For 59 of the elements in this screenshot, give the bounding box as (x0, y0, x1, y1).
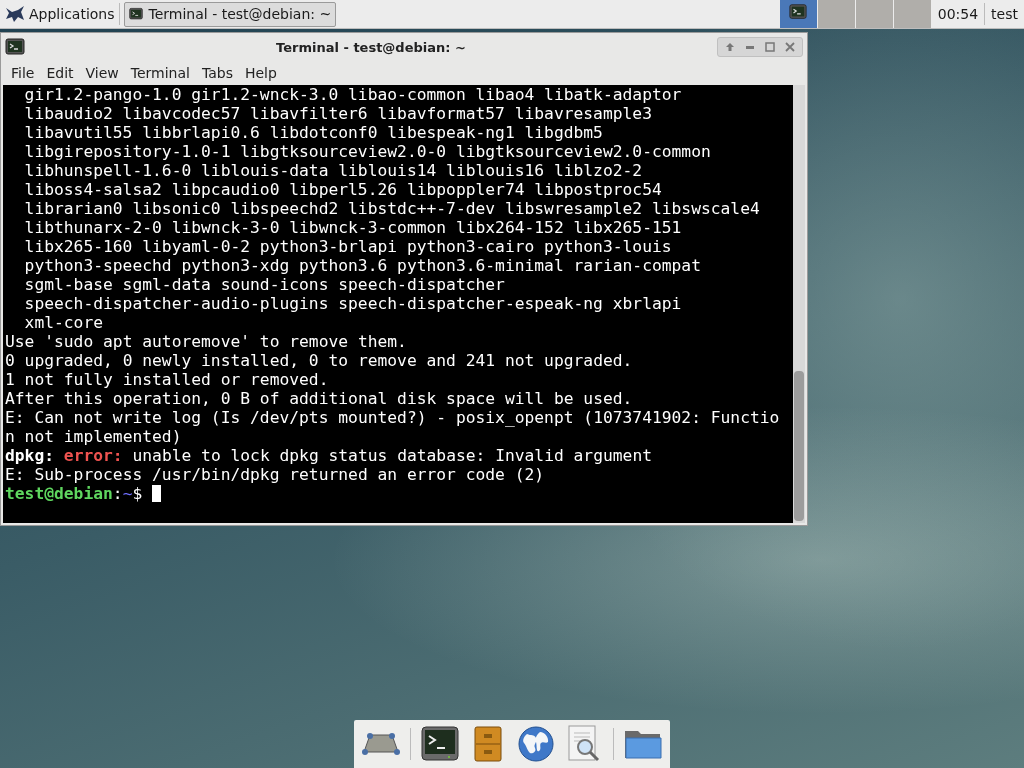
terminal-text: $ (132, 484, 143, 503)
terminal-text: liboss4-salsa2 libpcaudio0 libperl5.26 libpoppler74 libpostproc54 (24, 180, 662, 199)
workspace-switcher[interactable] (893, 0, 932, 28)
terminal-text: unable to lock dpkg status database: Invalid argument (132, 446, 652, 465)
workspace-switcher[interactable] (779, 0, 818, 28)
prompt-path: ~ (122, 484, 133, 503)
terminal-text: librarian0 libsonic0 libspeechd2 libstdc++-7-dev libswresample2 libswscale4 (24, 199, 760, 218)
window-title: Terminal - test@debian: ~ (275, 39, 467, 55)
terminal-text: libx265-160 libyaml-0-2 python3-brlapi python3-cairo python3-louis (24, 237, 672, 256)
terminal-text: libgirepository-1.0-1 libgtksourceview2.0-0 libgtksourceview2.0-common (24, 142, 711, 161)
workspace-switcher[interactable] (855, 0, 894, 28)
close-icon (785, 42, 795, 52)
menu-item[interactable]: Edit (40, 63, 80, 83)
terminal-text: xml-core (24, 313, 103, 332)
desktop-icon (362, 732, 400, 756)
error-label: error: (63, 446, 123, 465)
menu-item[interactable]: View (79, 63, 125, 83)
terminal-text: 1 not fully installed or removed. (5, 370, 329, 389)
clock: 00:54 (936, 6, 980, 22)
minimize-icon (746, 45, 754, 49)
dock-launcher[interactable] (421, 724, 459, 764)
terminal-text: E: Sub-process /usr/bin/dpkg returned an error code (2) (5, 465, 545, 484)
dock-launcher[interactable] (517, 724, 555, 764)
terminal-text: : (112, 484, 123, 503)
terminal-text: libaudio2 libavcodec57 libavfilter6 libavformat57 libavresample3 (24, 104, 652, 123)
terminal-text: libavutil55 libbrlapi0.6 libdotconf0 libespeak-ng1 libgdbm5 (24, 123, 603, 142)
applications-menu-button[interactable]: Applications (0, 1, 119, 27)
terminal-text: gir1.2-pango-1.0 gir1.2-wnck-3.0 libao-common libao4 libatk-adaptor (24, 85, 682, 104)
prompt-user-host: test@debian (5, 484, 113, 503)
terminal-text: After this operation, 0 B of additional disk space will be used. (5, 389, 633, 408)
taskbar-button[interactable]: Terminal - test@debian: ~ (123, 1, 337, 27)
terminal-icon (421, 726, 459, 762)
terminal-icon (128, 7, 143, 21)
terminal-icon (789, 3, 808, 21)
menu-item[interactable]: Help (238, 63, 283, 83)
terminal-text: dpkg: (5, 446, 54, 465)
terminal-text: Use 'sudo apt autoremove' to remove them. (5, 332, 407, 351)
terminal-text: libhunspell-1.6-0 liblouis-data liblouis14 liblouis16 liblzo2-2 (24, 161, 643, 180)
terminal-text: speech-dispatcher-audio-plugins speech-dispatcher-espeak-ng xbrlapi (24, 294, 682, 313)
globe-icon (518, 726, 554, 762)
user-name[interactable]: test (985, 6, 1024, 22)
terminal-text: E: Can not write log (Is /dev/pts mounted?) - posix_openpt (1073741902: Functio (5, 408, 780, 427)
workspace-switcher[interactable] (817, 0, 856, 28)
terminal-text: 0 upgraded, 0 newly installed, 0 to remove and 241 not upgraded. (5, 351, 633, 370)
maximize-icon (765, 42, 775, 52)
mouse-logo-icon (4, 4, 26, 24)
scrollbar[interactable] (793, 85, 805, 523)
up-arrow-icon (725, 42, 735, 52)
document-search-icon (567, 725, 601, 763)
menu-item[interactable]: Tabs (195, 63, 239, 83)
file-cabinet-icon (474, 726, 502, 762)
terminal-text: libthunarx-2-0 libwnck-3-0 libwnck-3-common libx264-152 libx265-151 (24, 218, 682, 237)
terminal-text: n not implemented) (5, 427, 182, 446)
menu-item[interactable]: File (5, 63, 41, 83)
folder-icon (624, 728, 662, 760)
terminal-icon (5, 37, 25, 57)
terminal-text: python3-speechd python3-xdg python3.6 python3.6-minimal rarian-compat (24, 256, 701, 275)
menu-item[interactable]: Terminal (124, 63, 196, 83)
terminal-text: sgml-base sgml-data sound-icons speech-dispatcher (24, 275, 505, 294)
